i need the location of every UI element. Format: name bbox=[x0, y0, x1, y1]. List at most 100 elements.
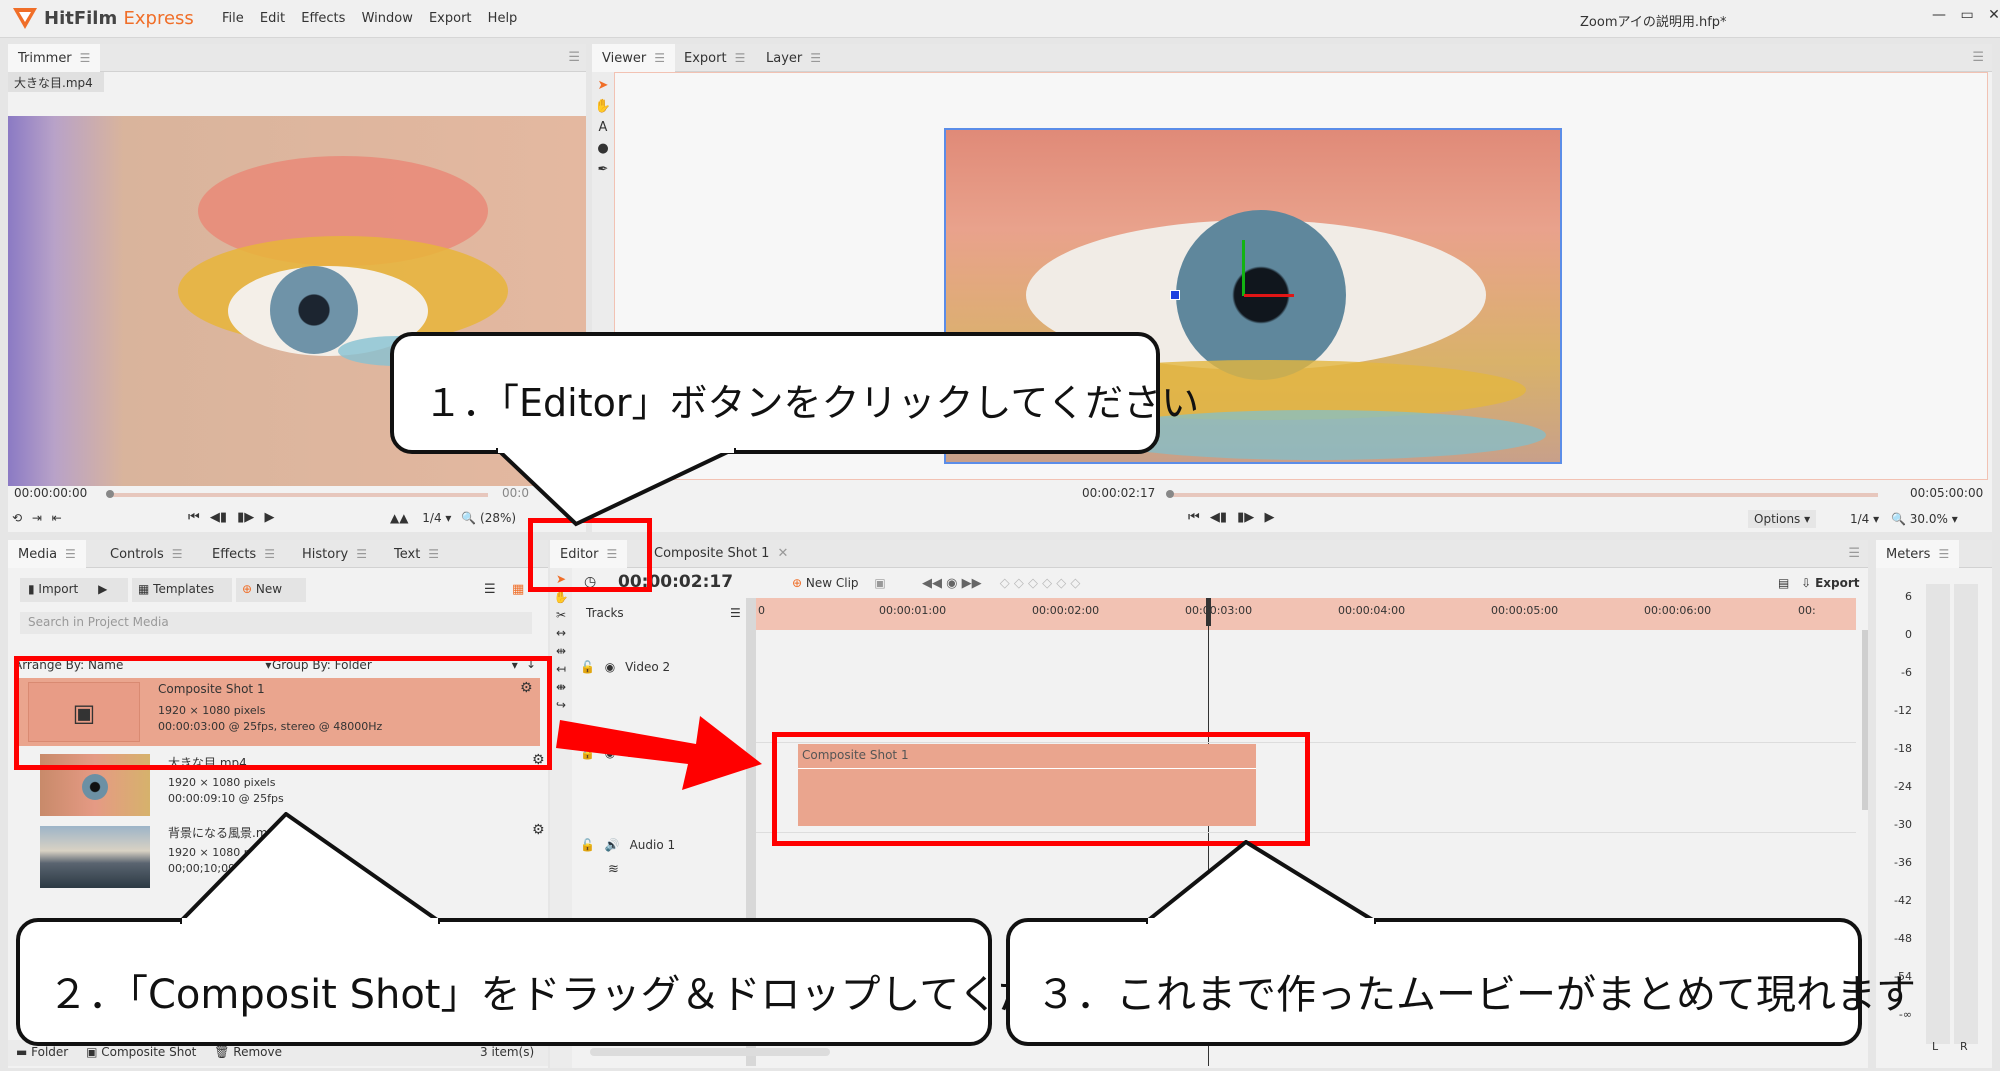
prev-marker-icon[interactable]: ◀◀ bbox=[922, 576, 942, 591]
marker-icon[interactable]: ◉ bbox=[946, 576, 957, 591]
pen-tool-icon[interactable]: ✒ bbox=[592, 162, 614, 177]
hand-tool-icon[interactable]: ✋ bbox=[550, 590, 572, 604]
track-name: Audio 1 bbox=[629, 838, 676, 852]
tab-effects[interactable]: Effects ☰ bbox=[202, 540, 285, 568]
tab-viewer[interactable]: Viewer ☰ bbox=[592, 44, 675, 72]
maximize-button[interactable]: ▭ bbox=[1960, 7, 1973, 23]
zoom-icon[interactable]: 🔍 bbox=[1891, 512, 1906, 526]
insert-icon[interactable]: ⇥ bbox=[32, 511, 42, 525]
plus-icon: ⊕ bbox=[242, 582, 253, 596]
viewer-zoom-select[interactable]: 1/4 bbox=[1850, 512, 1869, 526]
composite-shot-button[interactable]: ▣ Composite Shot bbox=[86, 1045, 196, 1059]
speaker-icon[interactable]: 🔊 bbox=[605, 838, 620, 852]
menu-icon[interactable]: ☰ bbox=[80, 44, 91, 72]
editor-tabbar: Editor ☰ Composite Shot 1 ✕ ☰ bbox=[550, 540, 1868, 568]
trimmer-playhead[interactable] bbox=[106, 490, 114, 498]
tab-history[interactable]: History ☰ bbox=[292, 540, 377, 568]
next-marker-icon[interactable]: ▶▶ bbox=[962, 576, 982, 591]
eye-icon[interactable]: ◉ bbox=[605, 660, 615, 674]
anchor-point-handle[interactable] bbox=[1170, 290, 1180, 300]
track-audio-1: 🔓 🔊 Audio 1 bbox=[580, 838, 675, 852]
close-icon[interactable]: ✕ bbox=[777, 546, 788, 561]
close-button[interactable]: ✕ bbox=[1988, 7, 2000, 23]
trimmer-file-tab[interactable]: 大きな目.mp4 bbox=[8, 72, 104, 92]
razor-tool-icon[interactable]: ✂ bbox=[550, 608, 572, 622]
transport-controls: ◀◀ ◉ ▶▶ ◇ ◇ ◇ ◇ ◇ ◇ bbox=[922, 576, 1080, 591]
media-tabbar: Media ☰ Controls ☰ Effects ☰ History ☰ Text ☰ bbox=[8, 540, 548, 568]
lock-icon[interactable]: 🔓 bbox=[580, 838, 595, 852]
panel-menu-icon[interactable]: ☰ bbox=[1972, 50, 1984, 65]
menu-export[interactable]: Export bbox=[429, 11, 472, 26]
window-controls: — ▭ ✕ bbox=[1932, 7, 2000, 23]
step-back-icon[interactable]: ◀▮ bbox=[1210, 510, 1227, 525]
x-axis-gizmo-icon[interactable] bbox=[1244, 294, 1294, 297]
folder-button[interactable]: ▬ Folder bbox=[16, 1045, 68, 1059]
viewer-options[interactable]: Options ▾ bbox=[1748, 510, 1817, 528]
meter-left bbox=[1926, 584, 1950, 1044]
tab-export[interactable]: Export ☰ bbox=[674, 44, 755, 72]
tab-composite-shot[interactable]: Composite Shot 1 ✕ bbox=[644, 540, 798, 568]
gear-icon[interactable]: ⚙ bbox=[532, 822, 545, 838]
keyframe-icons[interactable]: ◇ ◇ ◇ ◇ ◇ ◇ bbox=[1000, 576, 1081, 591]
tab-media[interactable]: Media ☰ bbox=[8, 540, 86, 568]
step-forward-icon[interactable]: ▮▶ bbox=[1237, 510, 1254, 525]
panel-menu-icon[interactable]: ☰ bbox=[1848, 546, 1860, 561]
lock-icon[interactable]: 🔓 bbox=[580, 660, 595, 674]
minimize-button[interactable]: — bbox=[1932, 7, 1946, 23]
skip-back-icon[interactable]: ⏮ bbox=[188, 510, 200, 525]
timeline-ruler[interactable]: 0 00:00:01:00 00:00:02:00 00:00:03:00 00… bbox=[756, 598, 1856, 630]
hand-tool-icon[interactable]: ✋ bbox=[592, 99, 614, 114]
media-item-duration: 00:00:09:10 @ 25fps bbox=[168, 792, 284, 805]
templates-button[interactable]: ▦ Templates bbox=[132, 578, 232, 602]
menu-edit[interactable]: Edit bbox=[260, 11, 285, 26]
list-view-icon[interactable]: ☰ bbox=[484, 582, 496, 597]
viewer-zoom-pct[interactable]: 30.0% bbox=[1910, 512, 1948, 526]
callout-step-2-pointer bbox=[180, 812, 440, 924]
overlay-icon[interactable]: ⇤ bbox=[52, 511, 62, 525]
skip-back-icon[interactable]: ⏮ bbox=[1188, 510, 1200, 525]
rate-tool-icon[interactable]: ↤ bbox=[550, 662, 572, 676]
menu-file[interactable]: File bbox=[222, 11, 244, 26]
menu-window[interactable]: Window bbox=[362, 11, 413, 26]
menu-effects[interactable]: Effects bbox=[301, 11, 345, 26]
text-tool-icon[interactable]: A bbox=[592, 120, 614, 135]
slide-tool-icon[interactable]: ⇹ bbox=[550, 644, 572, 658]
import-button[interactable]: ▮ Import ▶ bbox=[20, 578, 128, 602]
select-tool-icon[interactable]: ➤ bbox=[592, 78, 614, 93]
export-button[interactable]: ▤ ⇩ Export bbox=[1778, 576, 1860, 590]
tab-trimmer[interactable]: Trimmer ☰ bbox=[8, 44, 101, 72]
remove-button[interactable]: 🗑 Remove bbox=[214, 1045, 282, 1059]
menu-help[interactable]: Help bbox=[488, 11, 518, 26]
step-back-icon[interactable]: ◀▮ bbox=[210, 510, 227, 525]
new-clip-button[interactable]: ⊕ New Clip ▣ bbox=[792, 576, 886, 590]
viewer-playhead[interactable] bbox=[1166, 490, 1174, 498]
tab-meters[interactable]: Meters ☰ bbox=[1876, 540, 1960, 568]
trimmer-zoom-select[interactable]: 1/4 bbox=[422, 511, 441, 525]
step-forward-icon[interactable]: ▮▶ bbox=[237, 510, 254, 525]
zoom-icon[interactable]: 🔍 bbox=[461, 511, 476, 525]
y-axis-gizmo-icon[interactable] bbox=[1242, 240, 1245, 296]
timeline-playhead-handle[interactable] bbox=[1206, 598, 1211, 626]
tab-layer[interactable]: Layer ☰ bbox=[756, 44, 831, 72]
slip-tool-icon[interactable]: ↔ bbox=[550, 626, 572, 640]
trimmer-tabbar: Trimmer ☰ ☰ bbox=[8, 44, 586, 72]
tab-controls[interactable]: Controls ☰ bbox=[100, 540, 193, 568]
render-icon[interactable]: ▤ bbox=[1778, 576, 1789, 590]
new-button[interactable]: ⊕ New bbox=[236, 578, 306, 602]
ellipse-tool-icon[interactable]: ● bbox=[592, 141, 614, 156]
video-thumbnail bbox=[40, 826, 150, 888]
tracks-menu-icon[interactable]: ☰ bbox=[730, 606, 741, 620]
panel-menu-icon[interactable]: ☰ bbox=[568, 50, 580, 65]
horizontal-scrollbar[interactable] bbox=[590, 1048, 830, 1056]
snapshot-icon[interactable]: ▲▲ bbox=[390, 511, 408, 525]
search-input[interactable]: Search in Project Media bbox=[20, 612, 532, 634]
vertical-scrollbar[interactable] bbox=[1862, 630, 1868, 810]
play-icon[interactable]: ▶ bbox=[264, 510, 274, 525]
trimmer-scrub-bar[interactable] bbox=[108, 493, 488, 497]
tab-text[interactable]: Text ☰ bbox=[384, 540, 449, 568]
viewer-scrub-bar[interactable] bbox=[1168, 493, 1878, 497]
play-icon[interactable]: ▶ bbox=[1264, 510, 1274, 525]
loop-icon[interactable]: ⟲ bbox=[12, 511, 22, 525]
grid-view-icon[interactable]: ▦ bbox=[512, 582, 524, 597]
waveform-icon[interactable]: ≋ bbox=[608, 862, 619, 877]
